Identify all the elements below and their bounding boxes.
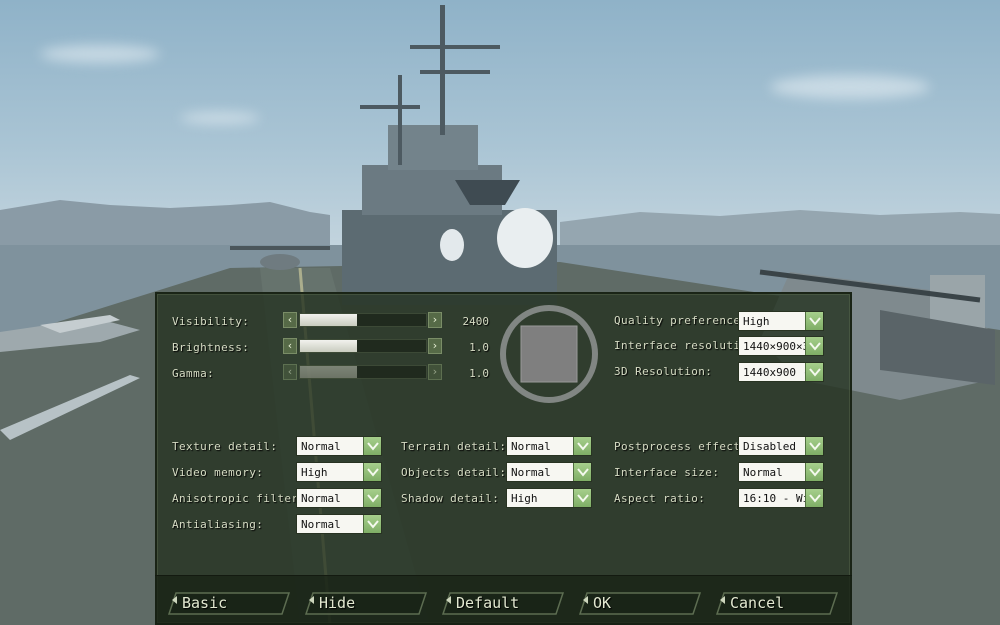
- chevron-down-icon[interactable]: [573, 489, 591, 507]
- postprocess-effects-dropdown[interactable]: Disabled: [738, 436, 824, 456]
- terrain-detail-dropdown[interactable]: Normal: [506, 436, 592, 456]
- texture-detail-dropdown[interactable]: Normal: [296, 436, 382, 456]
- cancel-button-label: Cancel: [730, 594, 785, 612]
- default-button-label: Default: [456, 594, 520, 612]
- aspect-ratio-value: 16:10 - Wide: [743, 492, 807, 505]
- chevron-down-icon[interactable]: [805, 337, 823, 355]
- objects-detail-dropdown[interactable]: Normal: [506, 462, 592, 482]
- quality-preference-value: High: [743, 315, 770, 328]
- postprocess-effects-value: Disabled: [743, 440, 796, 453]
- video-memory-dropdown[interactable]: High: [296, 462, 382, 482]
- brightness-slider[interactable]: [299, 339, 427, 353]
- gamma-slider[interactable]: [299, 365, 427, 379]
- chevron-down-icon[interactable]: [363, 515, 381, 533]
- chevron-down-icon[interactable]: [363, 489, 381, 507]
- ok-button[interactable]: OK: [579, 592, 701, 615]
- video-memory-label: Video memory:: [172, 466, 264, 479]
- cancel-button[interactable]: Cancel: [716, 592, 838, 615]
- hide-button-label: Hide: [319, 594, 356, 612]
- antialiasing-dropdown[interactable]: Normal: [296, 514, 382, 534]
- chevron-down-icon[interactable]: [573, 463, 591, 481]
- anisotropic-filtering-dropdown[interactable]: Normal: [296, 488, 382, 508]
- visibility-slider[interactable]: [299, 313, 427, 327]
- gamma-value: 1.0: [469, 367, 489, 380]
- interface-resolution-value: 1440×900×32: [743, 340, 807, 353]
- interface-resolution-dropdown[interactable]: 1440×900×32: [738, 336, 824, 356]
- aspect-ratio-label: Aspect ratio:: [614, 492, 706, 505]
- aspect-ratio-dropdown[interactable]: 16:10 - Wide: [738, 488, 824, 508]
- shadow-detail-label: Shadow detail:: [401, 492, 500, 505]
- gamma-increase-button[interactable]: ›: [428, 364, 442, 380]
- brightness-label: Brightness:: [172, 341, 250, 354]
- texture-detail-label: Texture detail:: [172, 440, 278, 453]
- chevron-down-icon[interactable]: [805, 363, 823, 381]
- brightness-preview: [500, 305, 598, 403]
- brightness-slider-fill: [300, 340, 357, 352]
- visibility-value: 2400: [462, 315, 490, 328]
- chevron-down-icon[interactable]: [805, 463, 823, 481]
- antialiasing-label: Antialiasing:: [172, 518, 264, 531]
- antialiasing-value: Normal: [301, 518, 341, 531]
- gamma-slider-fill: [300, 366, 357, 378]
- chevron-down-icon[interactable]: [363, 463, 381, 481]
- quality-preference-dropdown[interactable]: High: [738, 311, 824, 331]
- postprocess-effects-label: Postprocess effects:: [614, 440, 755, 453]
- video-memory-value: High: [301, 466, 328, 479]
- anisotropic-filtering-value: Normal: [301, 492, 341, 505]
- chevron-down-icon[interactable]: [805, 437, 823, 455]
- texture-detail-value: Normal: [301, 440, 341, 453]
- basic-button[interactable]: Basic: [168, 592, 290, 615]
- interface-size-value: Normal: [743, 466, 783, 479]
- visibility-decrease-button[interactable]: ‹: [283, 312, 297, 328]
- brightness-value: 1.0: [469, 341, 489, 354]
- chevron-down-icon[interactable]: [805, 489, 823, 507]
- objects-detail-label: Objects detail:: [401, 466, 507, 479]
- interface-size-dropdown[interactable]: Normal: [738, 462, 824, 482]
- 3d-resolution-value: 1440x900 (16: [743, 366, 807, 379]
- basic-button-label: Basic: [182, 594, 228, 612]
- chevron-down-icon[interactable]: [363, 437, 381, 455]
- hide-button[interactable]: Hide: [305, 592, 427, 615]
- gamma-label: Gamma:: [172, 367, 215, 380]
- default-button[interactable]: Default: [442, 592, 564, 615]
- terrain-detail-label: Terrain detail:: [401, 440, 507, 453]
- chevron-down-icon[interactable]: [573, 437, 591, 455]
- gamma-decrease-button[interactable]: ‹: [283, 364, 297, 380]
- ok-button-label: OK: [593, 594, 612, 612]
- objects-detail-value: Normal: [511, 466, 551, 479]
- 3d-resolution-label: 3D Resolution:: [614, 365, 713, 378]
- visibility-slider-fill: [300, 314, 357, 326]
- terrain-detail-value: Normal: [511, 440, 551, 453]
- shadow-detail-dropdown[interactable]: High: [506, 488, 592, 508]
- shadow-detail-value: High: [511, 492, 538, 505]
- visibility-increase-button[interactable]: ›: [428, 312, 442, 328]
- interface-size-label: Interface size:: [614, 466, 720, 479]
- 3d-resolution-dropdown[interactable]: 1440x900 (16: [738, 362, 824, 382]
- visibility-label: Visibility:: [172, 315, 250, 328]
- brightness-decrease-button[interactable]: ‹: [283, 338, 297, 354]
- quality-preference-label: Quality preference:: [614, 314, 748, 327]
- brightness-increase-button[interactable]: ›: [428, 338, 442, 354]
- chevron-down-icon[interactable]: [805, 312, 823, 330]
